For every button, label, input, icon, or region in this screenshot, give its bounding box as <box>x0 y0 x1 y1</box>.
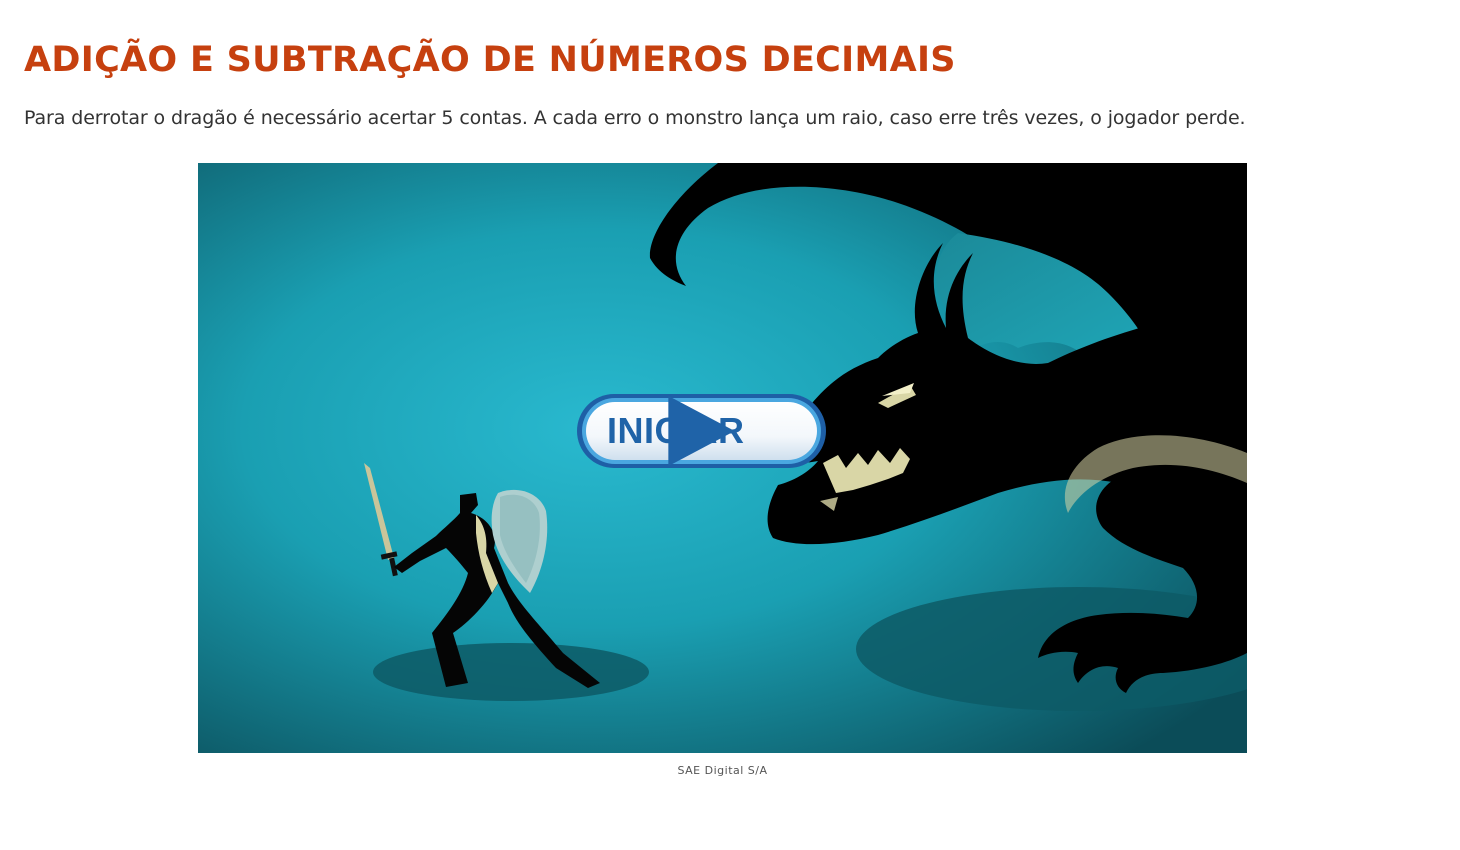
game-canvas[interactable]: INICIAR <box>198 163 1247 753</box>
play-icon <box>668 395 735 467</box>
knight-shadow <box>373 643 649 701</box>
image-credit: SAE Digital S/A <box>677 764 768 777</box>
page-title: ADIÇÃO E SUBTRAÇÃO DE NÚMEROS DECIMAIS <box>24 40 956 80</box>
game-description: Para derrotar o dragão é necessário acer… <box>24 107 1246 129</box>
start-button[interactable]: INICIAR <box>575 392 828 470</box>
